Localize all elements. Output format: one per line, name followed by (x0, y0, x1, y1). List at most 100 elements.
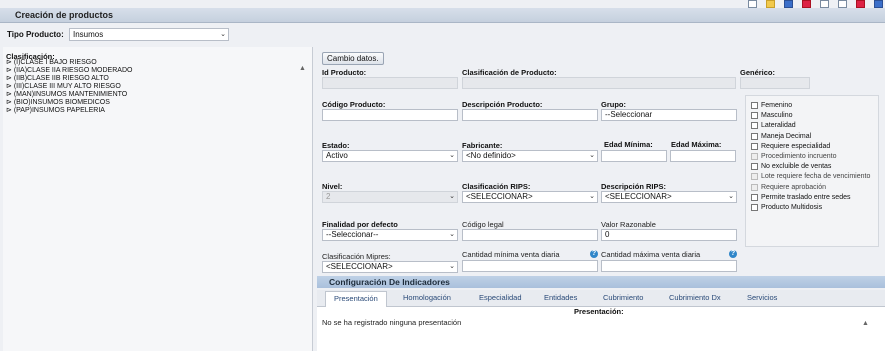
presentacion-content: Presentación: No se ha registrado ningun… (317, 307, 885, 351)
export-icon[interactable] (838, 0, 847, 8)
scroll-up-icon[interactable]: ▲ (299, 65, 306, 72)
checkbox-option[interactable]: Masculino (751, 112, 876, 120)
help-icon[interactable]: ? (729, 250, 737, 258)
checkbox[interactable] (751, 142, 758, 150)
checkbox-option[interactable]: Producto Multidosis (751, 203, 876, 212)
tab-especialidad[interactable]: Especialidad (479, 293, 522, 302)
chevron-down-icon: ⌄ (449, 152, 455, 159)
tab-cubrimiento[interactable]: Cubrimiento (603, 293, 643, 302)
edad-minima-input[interactable] (601, 150, 667, 162)
checkbox-label: No excluible de ventas (761, 163, 832, 171)
new-document-icon[interactable] (748, 0, 757, 8)
codigo-legal-input[interactable] (462, 229, 598, 241)
tree-item[interactable]: ⊳ (III)CLASE III MUY ALTO RIESGO (6, 83, 132, 91)
clasificacion-tree: ⊳ (I)CLASE I BAJO RIESGO ⊳ (IIA)CLASE II… (6, 59, 132, 115)
indicadores-tabs: Presentación Homologación Especialidad E… (317, 290, 885, 307)
page-title: Creación de productos (15, 10, 114, 20)
tree-item[interactable]: ⊳ (MAN)INSUMOS MANTENIMIENTO (6, 91, 132, 99)
tree-item[interactable]: ⊳ (PAP)INSUMOS PAPELERIA (6, 107, 132, 115)
descripcion-rips-select[interactable]: <SELECCIONAR> ⌄ (601, 191, 737, 203)
cantidad-maxima-input[interactable] (601, 260, 737, 272)
grupo-select[interactable]: --Seleccionar (601, 109, 737, 121)
fabricante-label: Fabricante: (462, 141, 503, 150)
checkbox-option[interactable]: Requiere especialidad (751, 142, 876, 151)
chevron-down-icon: ⌄ (449, 193, 455, 200)
edad-maxima-input[interactable] (670, 150, 736, 162)
checkbox-label: Masculino (761, 112, 793, 120)
exit-icon[interactable] (874, 0, 883, 8)
fabricante-select[interactable]: <No definido> ⌄ (462, 150, 598, 162)
descripcion-producto-input[interactable] (462, 109, 598, 121)
tab-entidades[interactable]: Entidades (544, 293, 577, 302)
grupo-value: --Seleccionar (605, 110, 653, 119)
checkbox-option[interactable]: Maneja Decimal (751, 132, 876, 141)
cambio-datos-button[interactable]: Cambio datos. (322, 52, 384, 65)
empty-message: No se ha registrado ninguna presentación (322, 318, 462, 327)
checkbox[interactable] (751, 203, 758, 211)
checkbox-option[interactable]: No excluible de ventas (751, 163, 876, 171)
finalidad-select[interactable]: --Seleccionar-- ⌄ (322, 229, 458, 241)
grupo-label: Grupo: (601, 100, 626, 109)
tree-item[interactable]: ⊳ (BIO)INSUMOS BIOMEDICOS (6, 99, 132, 107)
tab-cubrimiento-dx[interactable]: Cubrimiento Dx (669, 293, 721, 302)
checkbox-option[interactable]: Lateralidad (751, 122, 876, 130)
checkbox[interactable] (751, 122, 758, 130)
tab-homologacion[interactable]: Homologación (403, 293, 451, 302)
clasificacion-producto-input (462, 77, 736, 89)
tree-item[interactable]: ⊳ (I)CLASE I BAJO RIESGO (6, 59, 132, 67)
finalidad-label: Finalidad por defecto (322, 220, 398, 229)
title-bar: Creación de productos (0, 8, 885, 23)
print-icon[interactable] (820, 0, 829, 8)
scroll-up-icon[interactable]: ▲ (862, 320, 869, 327)
tree-item[interactable]: ⊳ (IIA)CLASE IIA RIESGO MODERADO (6, 67, 132, 75)
checkbox-label: Requiere aprobación (761, 183, 826, 191)
checkbox-option: Procedimiento incruento (751, 152, 876, 161)
estado-select[interactable]: Activo ⌄ (322, 150, 458, 162)
chevron-down-icon: ⌄ (220, 30, 226, 38)
indicadores-header: Configuración De Indicadores (317, 276, 885, 288)
open-folder-icon[interactable] (766, 0, 775, 8)
clasificacion-rips-label: Clasificación RIPS: (462, 182, 531, 191)
tipo-producto-label: Tipo Producto: (7, 30, 64, 39)
valor-razonable-input[interactable]: 0 (601, 229, 737, 241)
help-icon[interactable] (856, 0, 865, 8)
id-producto-input (322, 77, 458, 89)
checkbox-label: Maneja Decimal (761, 132, 812, 140)
checkbox[interactable] (751, 132, 758, 140)
clasificacion-rips-value: <SELECCIONAR> (466, 192, 533, 201)
checkbox-list: Femenino Masculino Lateralidad Maneja Decim… (751, 102, 876, 214)
finalidad-value: --Seleccionar-- (326, 230, 379, 239)
tipo-producto-select[interactable]: Insumos ⌄ (69, 28, 229, 41)
generico-label: Genérico: (740, 68, 776, 77)
tree-item[interactable]: ⊳ (IIB)CLASE IIB RIESGO ALTO (6, 75, 132, 83)
chevron-down-icon: ⌄ (728, 193, 734, 200)
codigo-legal-label: Código legal (462, 220, 504, 229)
checkbox[interactable] (751, 112, 758, 120)
clasificacion-rips-select[interactable]: <SELECCIONAR> ⌄ (462, 191, 598, 203)
edad-minima-label: Edad Mínima: (604, 140, 653, 149)
tab-servicios[interactable]: Servicios (747, 293, 777, 302)
codigo-producto-input[interactable] (322, 109, 458, 121)
checkbox-label: Procedimiento incruento (761, 152, 837, 160)
checkbox[interactable] (751, 193, 758, 201)
delete-icon[interactable] (802, 0, 811, 8)
checkbox-option[interactable]: Femenino (751, 102, 876, 110)
checkbox[interactable] (751, 163, 758, 171)
options-checkbox-panel: Femenino Masculino Lateralidad Maneja Decim… (745, 95, 879, 247)
estado-value: Activo (326, 151, 348, 160)
presentacion-section-title: Presentación: (574, 307, 624, 316)
checkbox-label: Lateralidad (761, 122, 796, 130)
clasificacion-mipres-select[interactable]: <SELECCIONAR> ⌄ (322, 261, 458, 273)
cantidad-minima-input[interactable] (462, 260, 598, 272)
checkbox-label: Lote requiere fecha de vencimiento (761, 173, 871, 181)
save-icon[interactable] (784, 0, 793, 8)
valor-razonable-label: Valor Razonable (601, 220, 656, 229)
tab-presentacion[interactable]: Presentación (325, 291, 387, 307)
checkbox-option[interactable]: Permite traslado entre sedes (751, 193, 876, 202)
edad-maxima-label: Edad Máxima: (671, 140, 722, 149)
tipo-producto-value: Insumos (73, 29, 104, 39)
checkbox-option: Lote requiere fecha de vencimiento (751, 173, 876, 181)
checkbox (751, 173, 758, 181)
checkbox[interactable] (751, 102, 758, 109)
help-icon[interactable]: ? (590, 250, 598, 258)
